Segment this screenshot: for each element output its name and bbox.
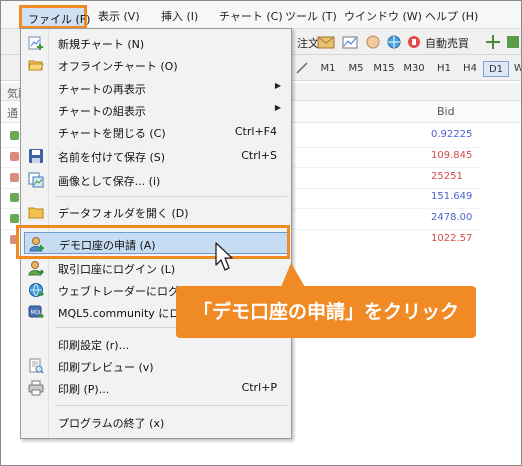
timeframe-h1[interactable]: H1 [431,61,457,77]
submenu-arrow-icon: ▶ [274,103,281,112]
symbol-up-icon [10,193,19,202]
symbol-down-icon [10,173,19,182]
mql5-icon: MQL [28,305,44,319]
bid-value: 151.649 [431,191,473,202]
timeframe-m1[interactable]: M1 [315,61,341,77]
timeframe-h4[interactable]: H4 [457,61,483,77]
submenu-arrow-icon: ▶ [274,81,281,90]
menu-item-offline-chart[interactable]: オフラインチャート (O) [21,54,291,76]
envelope-icon[interactable] [317,34,335,50]
webtrader-icon [29,283,44,297]
menu-item-reopen-chart[interactable]: チャートの再表示 ▶ [21,77,291,99]
menu-item-label: 取引口座にログイン (L) [58,263,176,276]
chart-icon[interactable] [341,34,359,50]
menu-item-label: 新規チャート (N) [58,38,145,51]
new-chart-icon [28,36,43,50]
menu-item-label: チャートを閉じる (C) [58,127,166,140]
menu-chart[interactable]: チャート (C) [219,8,283,24]
menu-item-label: 画像として保存... (i) [58,175,161,188]
bid-value: 109.845 [431,150,473,161]
menu-item-save-picture[interactable]: 画像として保存... (i) [21,169,291,191]
menu-item-label: 印刷 (P)... [58,383,110,396]
menu-insert[interactable]: 挿入 (I) [161,8,198,24]
line-tool-icon[interactable] [295,61,309,75]
print-preview-icon [29,358,44,374]
menu-item-label: プログラムの終了 (x) [58,417,165,430]
bid-value: 2478.00 [431,212,473,223]
menu-item-label: オフラインチャート (O) [58,60,178,73]
menu-separator [55,196,287,197]
menu-item-shortcut: Ctrl+F4 [234,125,277,138]
hand-icon[interactable] [364,34,382,50]
auto-trade-button[interactable]: 自動売買 [425,35,469,51]
menu-item-exit[interactable]: プログラムの終了 (x) [21,411,291,433]
menu-item-login-trade[interactable]: 取引口座にログイン (L) [21,257,291,279]
login-icon [28,261,44,276]
menu-item-shortcut: Ctrl+S [241,149,277,162]
instruction-callout-text: 「デモ口座の申請」をクリック [192,301,459,323]
menu-item-label: データフォルダを開く (D) [58,207,189,220]
highlight-frame [16,225,290,259]
callout-pointer [281,263,305,287]
bid-value: 25251 [431,171,463,182]
zoom-icon[interactable] [505,34,521,50]
timeframe-d1[interactable]: D1 [483,61,509,77]
menu-item-print[interactable]: 印刷 (P)... Ctrl+P [21,377,291,399]
menu-item-label: 印刷プレビュー (v) [58,361,154,374]
save-icon [29,149,43,163]
menu-item-label: チャートの組表示 [58,105,146,118]
bid-value: 1022.57 [431,233,473,244]
menu-item-print-preview[interactable]: 印刷プレビュー (v) [21,355,291,377]
menu-tools[interactable]: ツール (T) [285,8,337,24]
bid-value: 0.92225 [431,129,473,140]
mouse-cursor-icon [215,242,233,271]
auto-trade-icon[interactable] [405,34,423,50]
timeframe-m5[interactable]: M5 [343,61,369,77]
toolbar-order-text[interactable]: 注文 [297,35,319,51]
menu-item-label: 印刷設定 (r)... [58,339,130,352]
app-window: 表示 (V) 挿入 (I) チャート (C) ツール (T) ウインドウ (W)… [0,0,522,466]
menu-view[interactable]: 表示 (V) [98,8,140,24]
menu-item-label: 名前を付けて保存 (S) [58,151,166,164]
symbol-up-icon [10,214,19,223]
menu-item-save-as[interactable]: 名前を付けて保存 (S) Ctrl+S [21,145,291,167]
symbol-up-icon [10,131,19,140]
symbol-column-header[interactable]: 通 [7,105,18,121]
menu-help[interactable]: ヘルプ (H) [425,8,478,24]
timeframe-m15[interactable]: M15 [371,61,397,77]
crosshair-icon[interactable] [485,34,501,50]
symbol-down-icon [10,152,19,161]
menu-item-new-chart[interactable]: 新規チャート (N) [21,32,291,54]
open-folder-icon [28,60,44,71]
menu-separator [55,405,287,406]
menu-item-chart-profile[interactable]: チャートの組表示 ▶ [21,99,291,121]
menu-item-close-chart[interactable]: チャートを閉じる (C) Ctrl+F4 [21,121,291,143]
bid-column-header[interactable]: Bid [437,105,455,118]
timeframe-w1[interactable]: W1 [509,61,521,77]
menu-file-label: ファイル (F) [28,13,91,26]
menu-item-label: チャートの再表示 [58,83,146,96]
menu-file[interactable]: ファイル (F) [19,5,91,29]
globe-icon[interactable] [385,34,403,50]
menu-item-shortcut: Ctrl+P [241,381,277,394]
folder-icon [28,207,44,219]
svg-text:MQL: MQL [31,310,42,316]
save-picture-icon [28,172,44,188]
menu-window[interactable]: ウインドウ (W) [344,8,422,24]
menu-item-open-data-folder[interactable]: データフォルダを開く (D) [21,201,291,223]
print-icon [28,380,44,396]
timeframe-m30[interactable]: M30 [401,61,427,77]
